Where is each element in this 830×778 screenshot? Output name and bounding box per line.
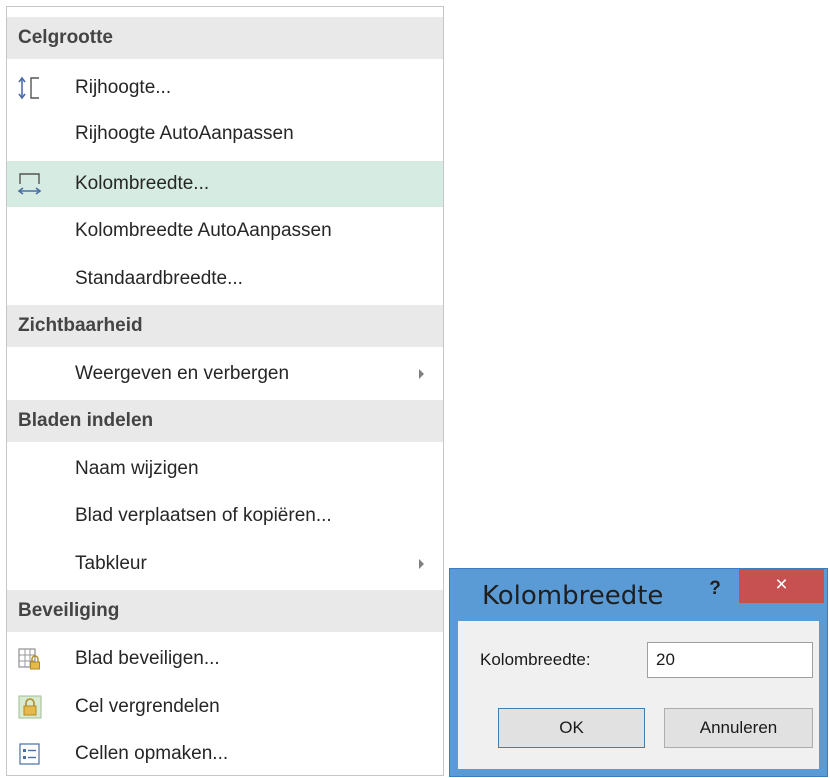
column-width-dialog: Kolombreedte ? × Kolombreedte: OK Annule…	[449, 568, 828, 777]
menu-item-label: Rijhoogte...	[75, 77, 172, 98]
row-height-icon	[18, 76, 39, 100]
section-header-protection: Beveiliging	[7, 590, 443, 632]
menu-item-format-cells[interactable]: Cellen opmaken...	[7, 731, 443, 777]
column-width-icon	[17, 173, 42, 195]
menu-item-rename-sheet[interactable]: Naam wijzigen	[7, 446, 443, 492]
section-header-organize-sheets: Bladen indelen	[7, 400, 443, 442]
menu-item-autofit-row-height[interactable]: Rijhoogte AutoAanpassen	[7, 111, 443, 157]
menu-item-row-height[interactable]: Rijhoogte...	[7, 65, 443, 111]
menu-item-label: Weergeven en verbergen	[75, 363, 290, 384]
dialog-body: Kolombreedte: OK Annuleren	[458, 621, 819, 769]
menu-item-label: Kolombreedte...	[75, 173, 210, 194]
menu-item-move-copy-sheet[interactable]: Blad verplaatsen of kopiëren...	[7, 493, 443, 539]
menu-item-label: Blad verplaatsen of kopiëren...	[75, 505, 332, 526]
menu-item-tab-color[interactable]: Tabkleur	[7, 541, 443, 587]
format-cells-icon	[19, 743, 40, 765]
menu-item-label: Standaardbreedte...	[75, 268, 243, 289]
format-menu: Celgrootte Rijhoogte... Rijhoogte AutoAa…	[6, 6, 444, 776]
submenu-arrow-icon	[419, 559, 424, 569]
menu-item-default-width[interactable]: Standaardbreedte...	[7, 256, 443, 302]
section-header-visibility: Zichtbaarheid	[7, 305, 443, 347]
menu-item-label: Kolombreedte AutoAanpassen	[75, 220, 332, 241]
help-button[interactable]: ?	[703, 575, 727, 603]
menu-item-label: Cellen opmaken...	[75, 743, 229, 764]
menu-item-label: Naam wijzigen	[75, 458, 199, 479]
column-width-label: Kolombreedte:	[480, 650, 591, 669]
menu-item-hide-unhide[interactable]: Weergeven en verbergen	[7, 351, 443, 397]
menu-item-label: Blad beveiligen...	[75, 648, 220, 669]
dialog-title: Kolombreedte	[482, 581, 664, 611]
menu-item-column-width[interactable]: Kolombreedte...	[7, 161, 443, 207]
column-width-input[interactable]	[647, 642, 813, 678]
menu-item-label: Tabkleur	[75, 553, 147, 574]
ok-button[interactable]: OK	[498, 708, 645, 748]
protect-sheet-icon	[18, 648, 40, 670]
cancel-button[interactable]: Annuleren	[664, 708, 813, 748]
menu-item-protect-sheet[interactable]: Blad beveiligen...	[7, 636, 443, 682]
menu-item-lock-cell[interactable]: Cel vergrendelen	[7, 684, 443, 730]
lock-icon	[18, 695, 42, 719]
menu-item-autofit-column-width[interactable]: Kolombreedte AutoAanpassen	[7, 208, 443, 254]
close-button[interactable]: ×	[739, 569, 824, 603]
submenu-arrow-icon	[419, 369, 424, 379]
menu-item-label: Rijhoogte AutoAanpassen	[75, 123, 294, 144]
menu-item-label: Cel vergrendelen	[75, 696, 220, 717]
section-header-cell-size: Celgrootte	[7, 17, 443, 59]
